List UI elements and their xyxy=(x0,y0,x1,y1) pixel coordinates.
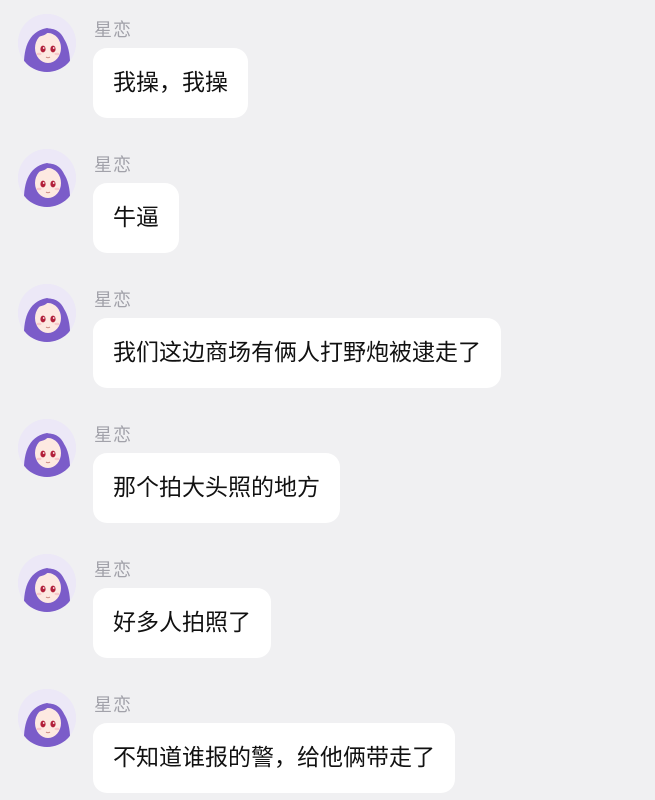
sender-name: 星恋 xyxy=(94,155,132,176)
chat-message-list: 星恋 我操，我操 星恋 牛逼 星恋 我们这边商场有俩人打野炮被逮走了 星恋 那个… xyxy=(0,0,655,800)
message-bubble[interactable]: 我们这边商场有俩人打野炮被逮走了 xyxy=(93,318,501,388)
anime-avatar-icon[interactable] xyxy=(18,149,76,207)
message-bubble[interactable]: 那个拍大头照的地方 xyxy=(93,453,340,523)
message-bubble[interactable]: 不知道谁报的警，给他俩带走了 xyxy=(93,723,455,793)
sender-name: 星恋 xyxy=(94,290,132,311)
message-bubble[interactable]: 好多人拍照了 xyxy=(93,588,271,658)
anime-avatar-icon[interactable] xyxy=(18,419,76,477)
anime-avatar-icon[interactable] xyxy=(18,689,76,747)
anime-avatar-icon[interactable] xyxy=(18,554,76,612)
anime-avatar-icon[interactable] xyxy=(18,14,76,72)
sender-name: 星恋 xyxy=(94,695,132,716)
message-bubble[interactable]: 我操，我操 xyxy=(93,48,248,118)
sender-name: 星恋 xyxy=(94,425,132,446)
sender-name: 星恋 xyxy=(94,20,132,41)
anime-avatar-icon[interactable] xyxy=(18,284,76,342)
message-bubble[interactable]: 牛逼 xyxy=(93,183,179,253)
sender-name: 星恋 xyxy=(94,560,132,581)
